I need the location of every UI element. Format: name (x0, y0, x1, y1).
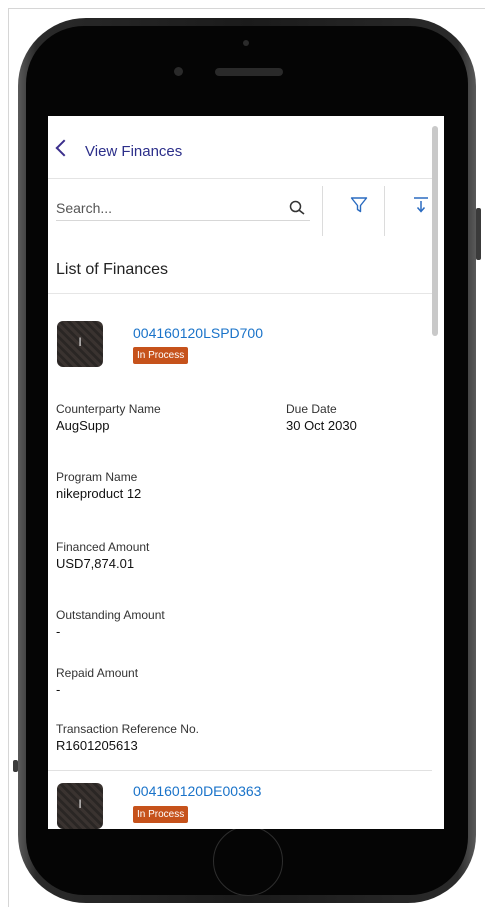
status-badge: In Process (133, 806, 189, 823)
page-title: View Finances (85, 143, 183, 160)
financed-amount-label: Financed Amount (56, 540, 150, 554)
program-name-label: Program Name (56, 470, 138, 484)
finance-reference-link[interactable]: 004160120LSPD700 (133, 325, 263, 341)
phone-side-button (476, 208, 481, 260)
finance-card[interactable]: I 004160120LSPD700 In Process Counterpar… (48, 294, 432, 770)
filter-icon[interactable] (350, 196, 368, 214)
search-icon[interactable] (289, 200, 305, 216)
finance-reference-link[interactable]: 004160120DE00363 (133, 783, 261, 799)
repaid-amount-value: - (56, 682, 61, 697)
chevron-left-icon[interactable] (55, 139, 73, 157)
outstanding-amount-label: Outstanding Amount (56, 608, 165, 622)
toolbar-divider (384, 186, 385, 236)
due-date-label: Due Date (286, 402, 337, 416)
counterparty-value: AugSupp (56, 418, 110, 433)
program-name-value: nikeproduct 12 (56, 486, 142, 501)
list-title: List of Finances (56, 261, 169, 278)
outstanding-amount-value: - (56, 624, 61, 639)
app-screen: View Finances List of Finances I 0041601… (48, 116, 444, 829)
toolbar-divider (322, 186, 323, 236)
scrollbar[interactable] (432, 126, 438, 336)
counterparty-label: Counterparty Name (56, 402, 161, 416)
camera-icon (243, 40, 249, 46)
speaker-grille (215, 68, 283, 76)
status-badge: In Process (133, 347, 189, 364)
page-header: View Finances (48, 116, 432, 179)
search-input[interactable] (56, 196, 310, 221)
transaction-reference-label: Transaction Reference No. (56, 722, 199, 736)
search-toolbar (48, 178, 444, 238)
avatar: I (57, 321, 103, 367)
sensor-icon (174, 67, 183, 76)
sort-icon[interactable] (413, 196, 429, 214)
finance-card[interactable]: I 004160120DE00363 In Process (48, 771, 432, 829)
home-button[interactable] (213, 826, 283, 896)
financed-amount-value: USD7,874.01 (56, 556, 135, 571)
phone-side-button-left (13, 760, 18, 772)
due-date-value: 30 Oct 2030 (286, 418, 357, 433)
avatar: I (57, 783, 103, 829)
repaid-amount-label: Repaid Amount (56, 666, 139, 680)
viewport-border-top (8, 8, 485, 9)
viewport-border-left (8, 8, 9, 907)
transaction-reference-value: R1601205613 (56, 738, 138, 753)
